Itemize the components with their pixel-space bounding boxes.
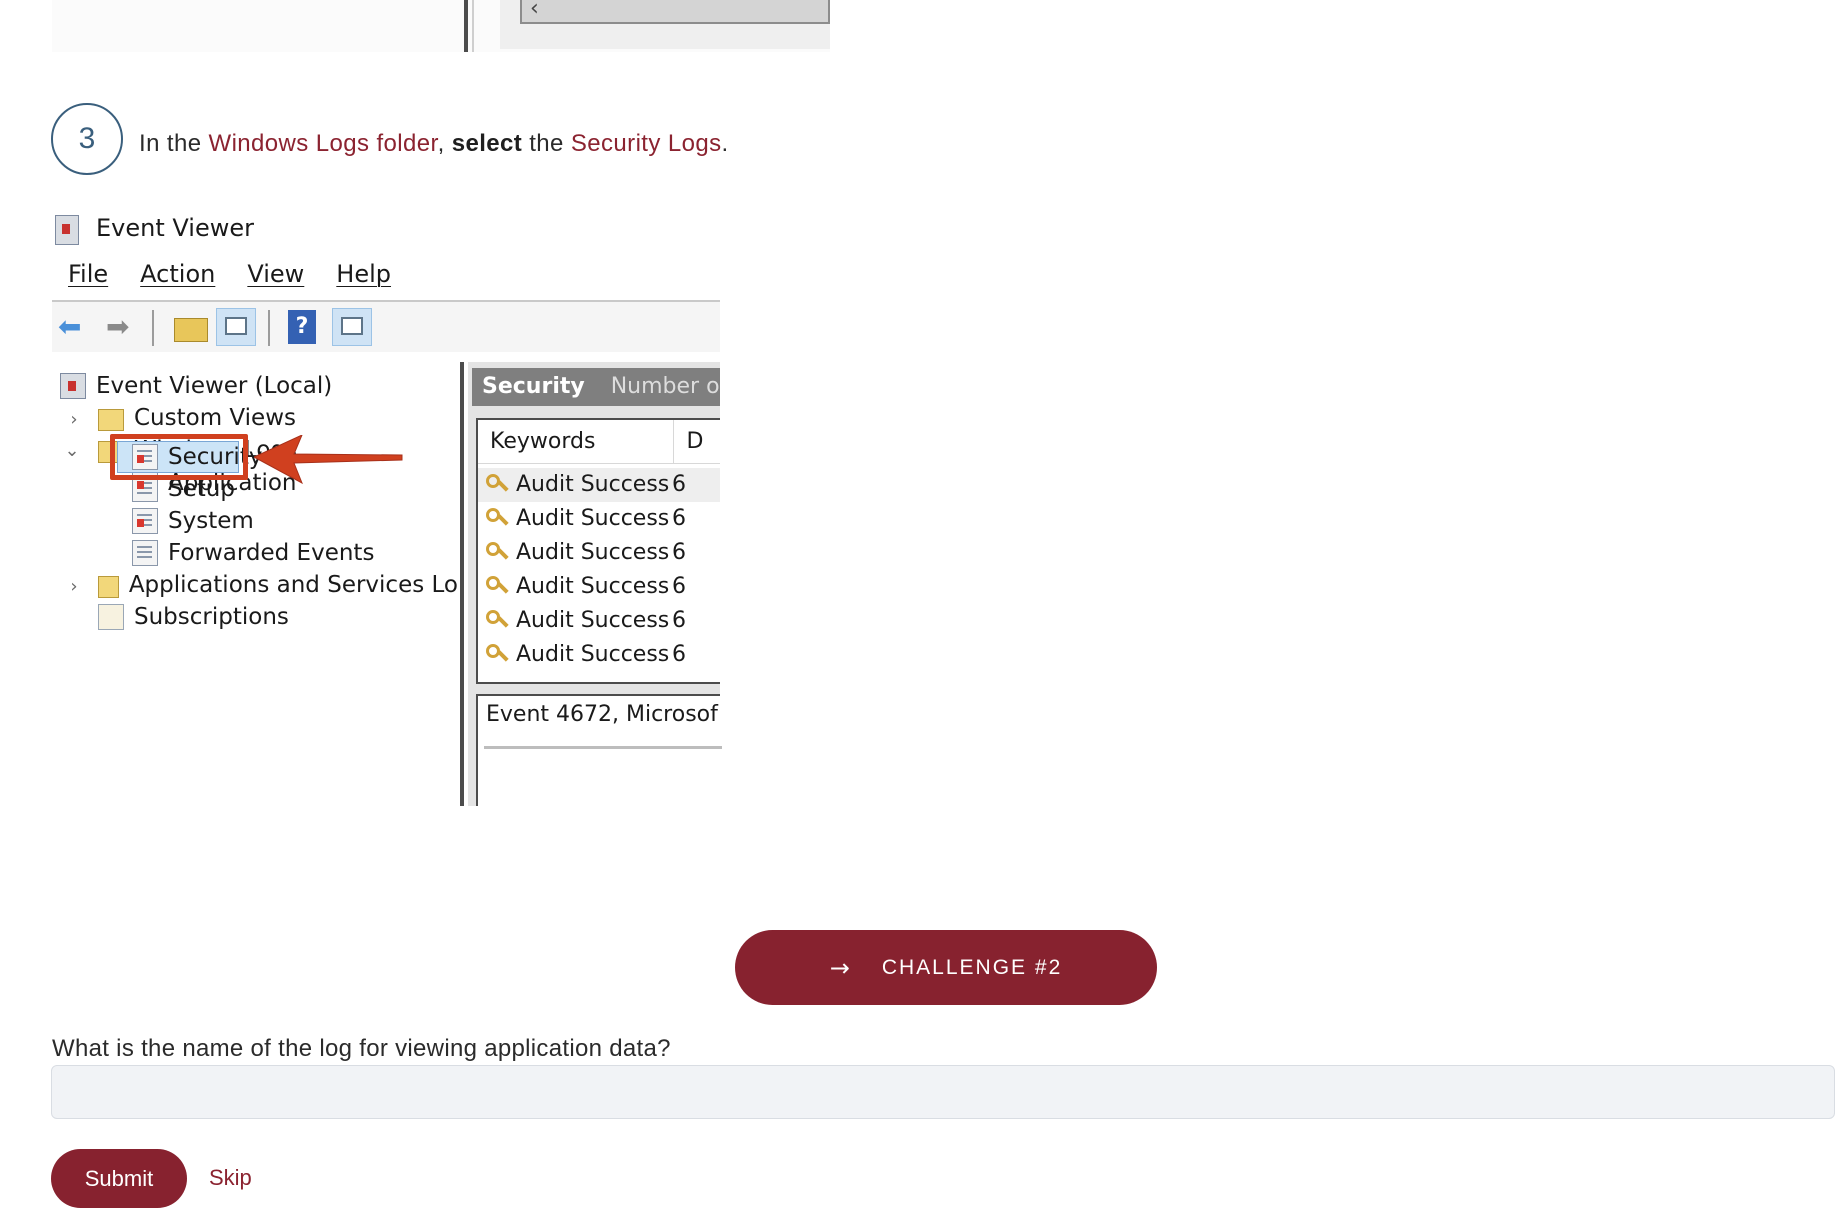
windows-logs-folder-link[interactable]: Windows Logs folder (209, 130, 438, 157)
skip-link[interactable]: Skip (209, 1165, 252, 1191)
step-comma: , (437, 130, 452, 157)
key-icon (486, 508, 508, 530)
pane-divider (464, 0, 468, 52)
step-instruction: In the Windows Logs folder, select the S… (139, 130, 729, 158)
challenge-label: CHALLENGE #2 (881, 955, 1063, 979)
tree-item-apps-services: Applications and Services Lo (98, 569, 458, 601)
up-folder-icon (174, 318, 208, 342)
previous-screenshot-fragment: ‹ (52, 0, 830, 52)
event-viewer-screenshot: Event Viewer File Action View Help ? Eve… (52, 210, 722, 806)
toolbar: ? (52, 302, 720, 352)
event-keyword: Audit Success (516, 472, 670, 497)
event-detail-pane: Event 4672, Microsof (476, 694, 722, 806)
chevron-right-icon: › (70, 576, 78, 597)
step-middle: the (522, 130, 571, 157)
step-number: 3 (78, 122, 96, 155)
log-icon (132, 508, 158, 534)
tree-label: Custom Views (134, 405, 296, 431)
event-keyword: Audit Success (516, 642, 670, 667)
step-prefix: In the (139, 130, 209, 157)
event-row: Audit Success 6 (478, 570, 720, 604)
event-trail: 6 (672, 608, 686, 633)
step-suffix: . (721, 130, 729, 157)
folder-icon (98, 576, 119, 598)
horizontal-scrollbar: ‹ (520, 0, 830, 24)
chevron-right-icon: › (70, 409, 78, 430)
subscriptions-icon (98, 604, 124, 630)
column-keywords: Keywords (490, 429, 596, 454)
menu-file: File (68, 260, 109, 288)
step-action: select (451, 130, 523, 157)
log-icon (132, 540, 158, 566)
column-next: D (686, 429, 704, 454)
tree-item-custom-views: Custom Views (98, 402, 296, 434)
key-icon (486, 576, 508, 598)
event-row: Audit Success 6 (478, 536, 720, 570)
tree-label: System (168, 508, 254, 534)
tree-item-root: Event Viewer (Local) (60, 370, 332, 402)
key-icon (486, 474, 508, 496)
tree-label: Applications and Services Lo (128, 572, 458, 598)
show-hide-console-tree-icon (216, 308, 256, 346)
column-separator (673, 420, 675, 464)
event-row: Audit Success 6 (478, 604, 720, 638)
event-trail: 6 (672, 574, 686, 599)
forward-arrow-icon (106, 312, 142, 342)
event-list-header: Keywords D (478, 420, 720, 464)
event-trail: 6 (672, 642, 686, 667)
event-viewer-icon (60, 373, 86, 399)
toolbar-separator (152, 310, 154, 346)
chevron-left-icon: ‹ (530, 0, 539, 21)
event-detail-title: Event 4672, Microsof (486, 702, 718, 727)
event-keyword: Audit Success (516, 574, 670, 599)
event-keyword: Audit Success (516, 540, 670, 565)
menu-action: Action (140, 260, 216, 288)
key-icon (486, 644, 508, 666)
security-highlight-box (110, 434, 248, 480)
step-number-circle: 3 (51, 103, 123, 175)
event-trail: 6 (672, 506, 686, 531)
question-text: What is the name of the log for viewing … (52, 1035, 671, 1062)
menu-view: View (247, 260, 305, 288)
pane-header-title: Security (482, 374, 585, 399)
answer-input[interactable] (51, 1065, 1835, 1119)
key-icon (486, 610, 508, 632)
detail-divider (484, 746, 722, 749)
chevron-down-icon: ⌄ (64, 440, 80, 461)
folder-icon (98, 409, 124, 431)
tree-label: Forwarded Events (168, 540, 375, 566)
pane-header-count: Number o (610, 374, 720, 399)
menu-bar: File Action View Help (68, 260, 391, 288)
event-row: Audit Success 6 (478, 468, 720, 502)
submit-button[interactable]: Submit (51, 1149, 187, 1208)
tree-item-system: System (132, 505, 254, 537)
event-viewer-app-icon (55, 215, 79, 245)
event-row: Audit Success 6 (478, 638, 720, 672)
tree-item-subscriptions: Subscriptions (98, 601, 289, 633)
event-row: Audit Success 6 (478, 502, 720, 536)
key-icon (486, 542, 508, 564)
log-detail-pane: Security Number o Keywords D Audit Success… (468, 362, 722, 806)
pane-header: Security Number o (472, 368, 720, 406)
event-keyword: Audit Success (516, 608, 670, 633)
challenge-button[interactable]: → CHALLENGE #2 (735, 930, 1157, 1005)
event-list: Keywords D Audit Success 6 Audit Success 6 … (476, 418, 720, 684)
event-trail: 6 (672, 472, 686, 497)
toolbar-separator (268, 310, 270, 346)
red-pointer-arrow-icon (254, 435, 403, 485)
tree-label: Subscriptions (134, 604, 289, 630)
event-trail: 6 (672, 540, 686, 565)
arrow-right-icon: → (829, 953, 852, 982)
pane-divider-shadow (472, 0, 474, 52)
event-keyword: Audit Success (516, 506, 670, 531)
show-hide-action-pane-icon (332, 308, 372, 346)
tree-label: Event Viewer (Local) (96, 373, 333, 399)
tree-item-forwarded-events: Forwarded Events (132, 537, 374, 569)
help-icon: ? (288, 310, 316, 344)
menu-help: Help (336, 260, 392, 288)
window-title: Event Viewer (96, 214, 254, 242)
back-arrow-icon (58, 312, 94, 342)
security-logs-link[interactable]: Security Logs (571, 130, 722, 157)
